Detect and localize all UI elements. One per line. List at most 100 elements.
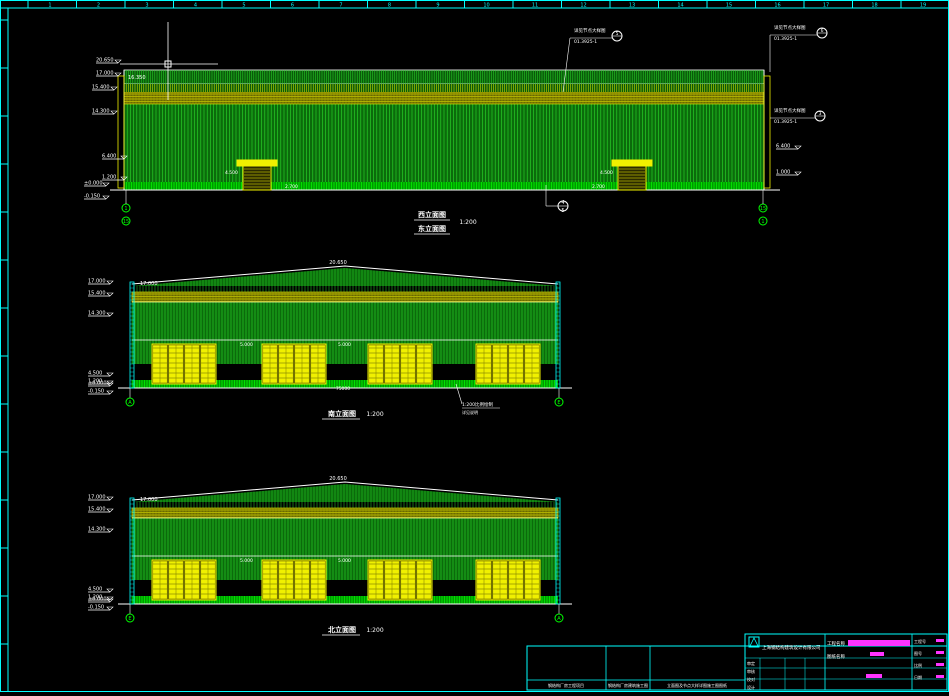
canopy: [236, 159, 278, 167]
ruler-number: 14: [677, 3, 683, 9]
tb-sheet-value: [936, 663, 944, 666]
top-louver-band: [123, 91, 765, 105]
axis-label: E: [557, 400, 560, 406]
axis-label: A: [557, 616, 561, 622]
elevation-text: 15.400: [88, 507, 106, 513]
elevation-text: 14.300: [88, 527, 106, 533]
ruler-number: 15: [726, 3, 732, 9]
tb-row-label: 校对: [747, 676, 755, 682]
floor-mark: 2.700: [285, 184, 298, 190]
louver-band: [131, 291, 559, 303]
tb-sheet-label: 比例: [914, 662, 922, 668]
elevation-text: 17.000: [88, 279, 106, 285]
ruler-number: 16: [774, 3, 780, 9]
tb-sheet-value: [936, 675, 944, 678]
callout-text: 详见节点大样图: [774, 24, 806, 31]
elevation-text: -0.150: [88, 605, 104, 611]
elevation-text: 15.400: [92, 85, 110, 91]
elevation-text: 17.000: [88, 495, 106, 501]
door-3: [367, 559, 433, 601]
door-4: [475, 343, 541, 385]
elevation-text: 6.400: [776, 144, 790, 150]
project-name-value: [848, 640, 910, 646]
elevation-text: 14.300: [88, 311, 106, 317]
elevation-text: 1.000: [776, 170, 790, 176]
width-dimension: 75000: [336, 386, 350, 392]
top-upper-band: [124, 84, 764, 92]
eave-mark: 17.000: [140, 497, 158, 503]
door-mark: 5.000: [240, 558, 253, 564]
door-elevation-mark: 4.500: [225, 170, 238, 176]
note-line1: 1:200比例绘制: [462, 401, 493, 408]
top-roof-fascia: [123, 69, 765, 85]
view-scale: 1:200: [366, 627, 383, 634]
door-mark: 5.000: [338, 558, 351, 564]
callout-num: 5: [561, 208, 564, 214]
note-line2: 详见说明: [462, 409, 478, 415]
view-scale: 1:200: [366, 411, 383, 418]
ruler-number: 10: [483, 3, 489, 9]
ruler-number: 6: [291, 3, 294, 9]
ruler-number: 1: [48, 3, 51, 9]
ruler-number: 9: [436, 3, 439, 9]
sheet-name-value: [866, 674, 882, 678]
tb-row-label: 审核: [747, 668, 755, 674]
ruler-number: 13: [629, 3, 635, 9]
canopy: [611, 159, 653, 167]
elevation-text: -0.150: [88, 389, 104, 395]
cad-drawing-canvas[interactable]: 1234567891011121314151617181920 4.5002.7…: [0, 0, 949, 692]
project-label: 工程名称: [827, 640, 845, 647]
ruler-number: 4: [194, 3, 197, 9]
callout-ref: 01.3925-1: [774, 36, 797, 42]
top-mark: 16.350: [128, 75, 146, 81]
door-4: [475, 559, 541, 601]
callout-number: 6: [821, 28, 824, 34]
elevation-text: 17.000: [96, 71, 114, 77]
tb-row-label: 设计: [747, 684, 755, 690]
top-wall-panels: [123, 104, 764, 188]
title-east: 东立面图: [418, 224, 446, 233]
elevation-text: ±0.000: [84, 181, 103, 187]
axis-label: A: [128, 400, 132, 406]
ruler-number: 18: [871, 3, 877, 9]
tb-cell: 钢结构厂房建筑施工图: [608, 682, 648, 688]
floor-mark: 2.700: [592, 184, 605, 190]
scale-text: 1:200: [459, 219, 476, 226]
elevation-text: -0.150: [84, 194, 100, 200]
drawing-label: 图纸名称: [827, 653, 845, 660]
door-mark: 5.000: [240, 342, 253, 348]
eave-mark: 17.000: [140, 281, 158, 287]
door-2: [261, 559, 327, 601]
view-title: 北立面图: [328, 625, 356, 634]
ridge-mark: 20.650: [329, 260, 347, 266]
door-3: [367, 343, 433, 385]
callout-number: 3: [819, 111, 822, 117]
tb-sheet-value: [936, 651, 944, 654]
callout-num: 4: [561, 200, 564, 206]
company-name: 上海钢结构建筑设计有限公司: [762, 644, 821, 651]
ruler-number: 5: [242, 3, 245, 9]
door-2: [261, 343, 327, 385]
tb-row-label: 审定: [747, 660, 755, 666]
tb-cell: 立面图及节点大样详图施工图图纸: [667, 682, 727, 688]
axis-label: 15: [760, 206, 766, 212]
ruler-number: 11: [532, 3, 538, 9]
title-west: 西立面图: [418, 210, 446, 219]
axis-label: 1: [124, 206, 127, 212]
elevation-text: 14.300: [92, 109, 110, 115]
callout-text: 详见节点大样图: [774, 107, 806, 114]
tb-sheet-label: 图号: [914, 650, 922, 656]
ruler-number: 8: [388, 3, 391, 9]
axis-label: 1: [761, 219, 764, 225]
ruler-number: 12: [580, 3, 586, 9]
top-base-band: [123, 182, 764, 190]
view-title: 南立面图: [328, 409, 356, 418]
door-1: [151, 343, 217, 385]
ruler-number: 7: [339, 3, 342, 9]
elevation-text: 1.200: [102, 175, 116, 181]
elevation-text: 6.400: [102, 154, 116, 160]
door-1: [151, 559, 217, 601]
elevation-drawing: 1234567891011121314151617181920 4.5002.7…: [0, 0, 949, 692]
elevation-text: 4.500: [88, 371, 102, 377]
door-elevation-mark: 4.500: [600, 170, 613, 176]
